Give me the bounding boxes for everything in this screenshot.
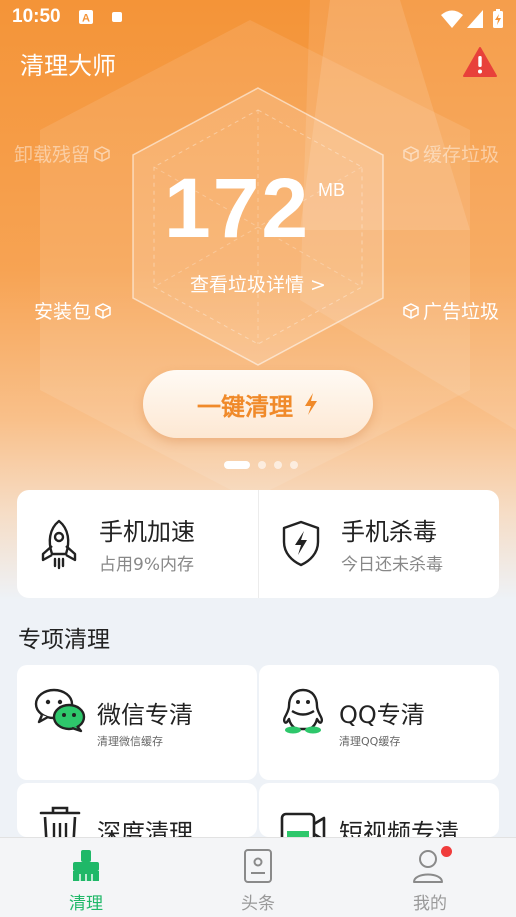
card-title: 微信专清 bbox=[97, 701, 193, 729]
nav-label: 头条 bbox=[241, 894, 275, 914]
hex-label-text: 缓存垃圾 bbox=[423, 144, 500, 166]
short-video-clean-card[interactable]: 短视频专清 bbox=[259, 783, 499, 837]
svg-text:A: A bbox=[82, 13, 90, 25]
card-title: QQ专清 bbox=[339, 701, 425, 729]
hex-label-cache-junk[interactable]: 缓存垃圾 bbox=[402, 140, 499, 167]
status-bar: 10:50 A bbox=[0, 0, 516, 36]
rocket-icon bbox=[41, 519, 77, 570]
broom-icon bbox=[73, 850, 99, 881]
phone-speedup-item[interactable]: 手机加速 占用9%内存 bbox=[17, 490, 258, 598]
one-click-clean-button[interactable]: 一键清理 bbox=[143, 370, 373, 438]
nav-tab-me[interactable]: 我的 bbox=[344, 838, 516, 917]
qq-clean-card[interactable]: QQ专清 清理QQ缓存 bbox=[259, 665, 499, 780]
cube-icon bbox=[403, 302, 419, 319]
carousel-indicator bbox=[224, 461, 298, 469]
clean-button-label: 一键清理 bbox=[197, 392, 293, 421]
deep-clean-card[interactable]: 深度清理 bbox=[17, 783, 257, 837]
trash-icon bbox=[39, 806, 81, 837]
junk-size-value: 172 bbox=[164, 161, 311, 255]
nav-label: 清理 bbox=[69, 894, 103, 914]
hex-label-text: 卸载残留 bbox=[14, 144, 91, 166]
signal-icon bbox=[467, 10, 483, 28]
battery-icon bbox=[493, 9, 503, 28]
shield-bolt-icon bbox=[282, 520, 320, 567]
card-title: 深度清理 bbox=[97, 819, 193, 837]
quick-title: 手机杀毒 bbox=[341, 518, 437, 546]
quick-actions-card: 手机加速 占用9%内存 手机杀毒 今日还未杀毒 bbox=[17, 490, 499, 598]
junk-detail-link[interactable]: 查看垃圾详情 > bbox=[190, 270, 326, 297]
wechat-clean-card[interactable]: 微信专清 清理微信缓存 bbox=[17, 665, 257, 780]
nav-tab-headlines[interactable]: 头条 bbox=[172, 838, 344, 917]
carousel-dot-active bbox=[224, 461, 250, 469]
hex-label-text: 安装包 bbox=[34, 301, 92, 323]
news-icon bbox=[244, 849, 272, 883]
notification-badge bbox=[441, 846, 452, 857]
cube-icon bbox=[95, 302, 111, 319]
wifi-icon bbox=[441, 10, 463, 28]
qq-icon bbox=[282, 688, 324, 734]
nav-tab-clean[interactable]: 清理 bbox=[0, 838, 172, 917]
hex-label-ad-junk[interactable]: 广告垃圾 bbox=[402, 297, 499, 324]
hex-label-uninstall-residue[interactable]: 卸载残留 bbox=[14, 140, 111, 167]
quick-subtitle: 占用9%内存 bbox=[99, 555, 194, 575]
status-time: 10:50 bbox=[12, 6, 61, 27]
nav-label: 我的 bbox=[413, 894, 447, 914]
carousel-dot bbox=[258, 461, 266, 469]
phone-antivirus-item[interactable]: 手机杀毒 今日还未杀毒 bbox=[258, 490, 499, 598]
warning-icon[interactable] bbox=[462, 46, 498, 78]
notification-a-icon: A bbox=[79, 10, 93, 25]
lightning-icon bbox=[305, 393, 317, 415]
carousel-dot bbox=[290, 461, 298, 469]
hex-label-text: 广告垃圾 bbox=[423, 301, 500, 323]
card-title: 短视频专清 bbox=[339, 819, 459, 837]
carousel-dot bbox=[274, 461, 282, 469]
video-icon bbox=[280, 812, 326, 837]
cube-icon bbox=[94, 145, 110, 162]
notification-square-icon bbox=[112, 12, 122, 22]
app-title: 清理大师 bbox=[20, 52, 116, 80]
quick-subtitle: 今日还未杀毒 bbox=[341, 555, 443, 575]
cube-icon bbox=[403, 145, 419, 162]
hex-label-install-package[interactable]: 安装包 bbox=[34, 297, 112, 324]
junk-size-unit: MB bbox=[318, 180, 345, 200]
bottom-navigation: 清理 头条 我的 bbox=[0, 837, 516, 917]
section-title: 专项清理 bbox=[18, 627, 110, 653]
quick-title: 手机加速 bbox=[99, 518, 195, 546]
card-subtitle: 清理微信缓存 bbox=[97, 735, 163, 748]
card-subtitle: 清理QQ缓存 bbox=[339, 735, 401, 748]
wechat-icon bbox=[34, 688, 86, 733]
